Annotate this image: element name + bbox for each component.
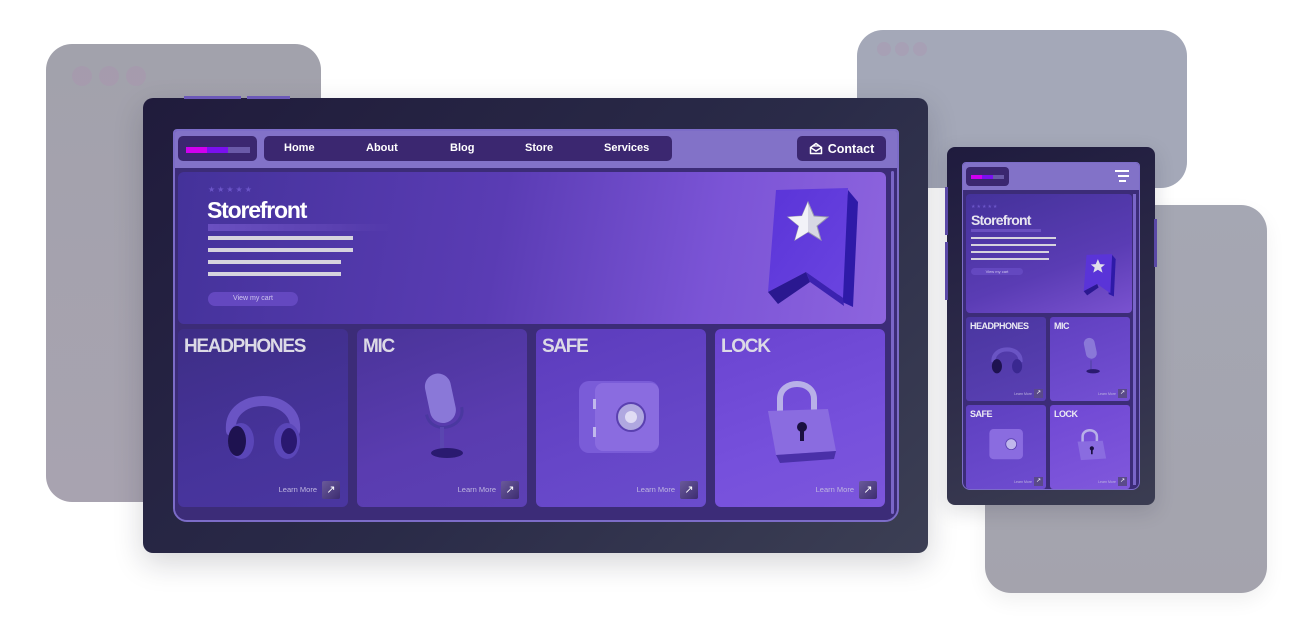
microphone-icon <box>424 373 464 458</box>
learn-more-link[interactable]: Learn More <box>1098 480 1116 484</box>
product-title: HEADPHONES <box>184 336 306 357</box>
tablet-side-button <box>945 187 948 235</box>
learn-more-link[interactable]: Learn More <box>816 485 854 494</box>
tablet-side-button <box>945 242 948 300</box>
hero-subtitle-bar <box>208 224 393 231</box>
arrow-up-right-icon[interactable]: ↗ <box>1034 477 1043 486</box>
product-title: MIC <box>1054 321 1070 331</box>
tablet-navbar <box>963 163 1139 190</box>
microphone-icon <box>1083 337 1100 374</box>
tablet-device: ★★★★★ Storefront View my cart HEADPHONES… <box>945 147 1157 505</box>
arrow-up-right-icon[interactable]: ↗ <box>859 481 877 499</box>
hamburger-menu-icon[interactable] <box>1115 170 1129 182</box>
text-placeholder-line <box>971 251 1049 253</box>
nav-link-about[interactable]: About <box>366 142 398 154</box>
hero-title: Storefront <box>971 212 1031 228</box>
product-title: SAFE <box>542 336 589 357</box>
safe-icon <box>579 381 659 453</box>
tablet-screen: ★★★★★ Storefront View my cart HEADPHONES… <box>962 162 1140 490</box>
headphones-icon <box>225 396 301 459</box>
rating-stars: ★★★★★ <box>971 204 999 210</box>
product-title: MIC <box>363 336 395 357</box>
product-title: LOCK <box>721 336 771 357</box>
nav-link-store[interactable]: Store <box>525 142 553 154</box>
arrow-up-right-icon[interactable]: ↗ <box>1034 389 1043 398</box>
view-cart-button[interactable]: View my cart <box>208 292 298 306</box>
contact-label: Contact <box>827 141 875 156</box>
learn-more-link[interactable]: Learn More <box>1014 480 1032 484</box>
product-card-mic[interactable]: MIC Learn More ↗ <box>1050 317 1130 401</box>
learn-more-link[interactable]: Learn More <box>637 485 675 494</box>
page-content: ★★★★★ Storefront View my cart HEADPHONES… <box>175 168 897 520</box>
logo-bar <box>186 147 250 153</box>
scrollbar[interactable] <box>891 171 894 514</box>
desktop-screen: Home About Blog Store Services Contact ★… <box>173 129 899 522</box>
hero-subtitle-bar <box>971 229 1041 232</box>
text-placeholder-line <box>208 272 341 276</box>
window-dots <box>72 66 146 86</box>
nav-link-home[interactable]: Home <box>284 142 315 154</box>
text-placeholder-line <box>971 244 1056 246</box>
logo-bar <box>971 175 1004 179</box>
hero-banner: ★★★★★ Storefront View my cart <box>178 172 886 324</box>
arrow-up-right-icon[interactable]: ↗ <box>1118 477 1127 486</box>
scrollbar[interactable] <box>1133 194 1136 485</box>
arrow-up-right-icon[interactable]: ↗ <box>680 481 698 499</box>
rating-stars: ★★★★★ <box>208 185 254 194</box>
learn-more-link[interactable]: Learn More <box>279 485 317 494</box>
product-card-headphones[interactable]: HEADPHONES Learn More ↗ <box>178 329 348 507</box>
product-card-lock[interactable]: LOCK Learn More ↗ <box>1050 405 1130 489</box>
product-card-mic[interactable]: MIC Learn More ↗ <box>357 329 527 507</box>
text-placeholder-line <box>971 258 1049 260</box>
arrow-up-right-icon[interactable]: ↗ <box>1118 389 1127 398</box>
arrow-up-right-icon[interactable]: ↗ <box>501 481 519 499</box>
arrow-up-right-icon[interactable]: ↗ <box>322 481 340 499</box>
learn-more-link[interactable]: Learn More <box>458 485 496 494</box>
product-card-safe[interactable]: SAFE Learn More ↗ <box>536 329 706 507</box>
logo[interactable] <box>178 136 257 161</box>
product-card-safe[interactable]: SAFE Learn More ↗ <box>966 405 1046 489</box>
product-card-headphones[interactable]: HEADPHONES Learn More ↗ <box>966 317 1046 401</box>
tablet-hero-banner: ★★★★★ Storefront View my cart <box>966 194 1132 313</box>
navbar: Home About Blog Store Services Contact <box>175 131 897 168</box>
bookmark-star-icon <box>768 188 858 307</box>
safe-icon <box>989 429 1023 460</box>
padlock-icon <box>768 381 836 463</box>
product-title: LOCK <box>1054 409 1078 419</box>
padlock-icon <box>1077 429 1107 461</box>
product-title: SAFE <box>970 409 993 419</box>
product-card-lock[interactable]: LOCK Learn More ↗ <box>715 329 885 507</box>
text-placeholder-line <box>208 260 341 264</box>
learn-more-link[interactable]: Learn More <box>1014 392 1032 396</box>
nav-links: Home About Blog Store Services <box>264 136 672 161</box>
view-cart-button[interactable]: View my cart <box>971 268 1023 275</box>
text-placeholder-line <box>208 248 353 252</box>
headphones-icon <box>991 347 1023 374</box>
learn-more-link[interactable]: Learn More <box>1098 392 1116 396</box>
nav-link-services[interactable]: Services <box>604 142 649 154</box>
contact-button[interactable]: Contact <box>797 136 886 161</box>
desktop-device: Home About Blog Store Services Contact ★… <box>143 96 928 553</box>
text-placeholder-line <box>971 237 1056 239</box>
bookmark-star-icon <box>1083 254 1116 297</box>
tablet-side-button <box>1154 219 1157 267</box>
envelope-open-icon <box>809 142 822 155</box>
device-top-tabs <box>184 96 290 99</box>
logo[interactable] <box>966 167 1009 186</box>
text-placeholder-line <box>208 236 353 240</box>
nav-link-blog[interactable]: Blog <box>450 142 474 154</box>
product-title: HEADPHONES <box>970 321 1029 331</box>
hero-title: Storefront <box>207 197 307 223</box>
window-dots <box>877 42 927 56</box>
